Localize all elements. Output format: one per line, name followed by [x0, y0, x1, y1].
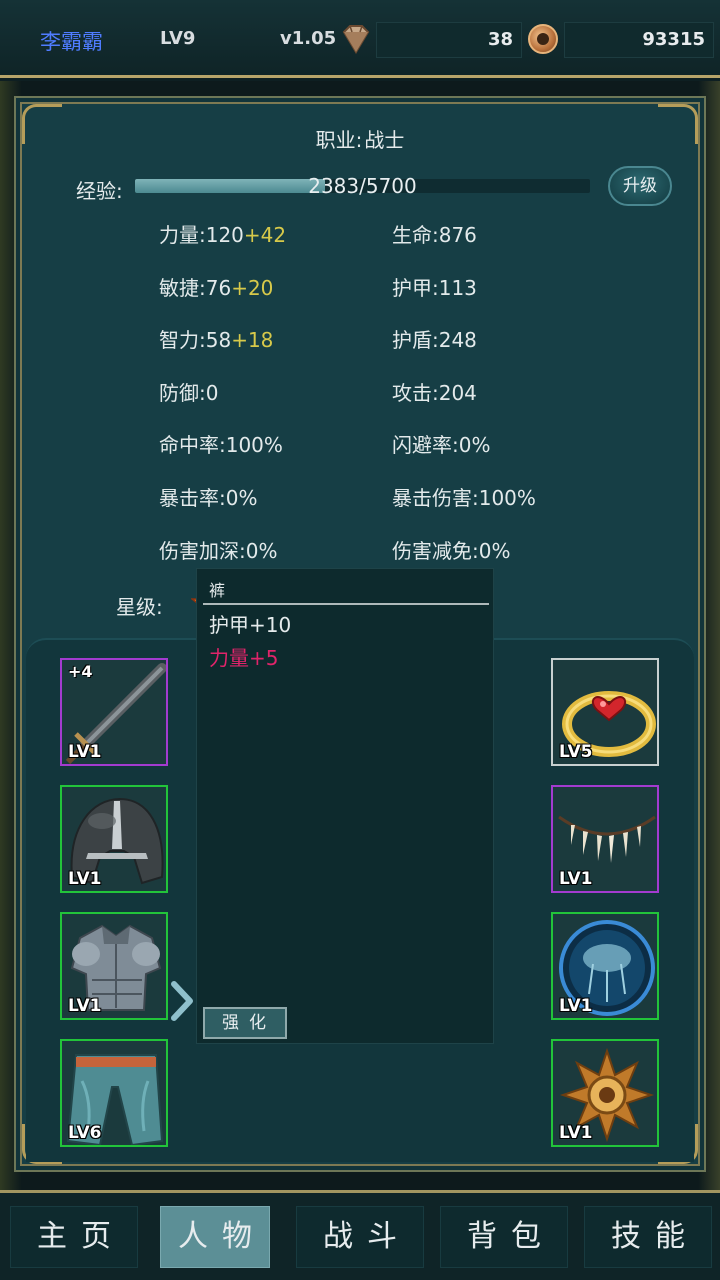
stat-hp: 生命:876 [392, 223, 477, 247]
equip-slot-necklace[interactable]: LV1 [551, 785, 659, 893]
tab-skills[interactable]: 技能 [584, 1206, 712, 1268]
stat-crit-damage: 暴击伤害:100% [392, 486, 536, 510]
equip-slot-amulet[interactable]: LV1 [551, 1039, 659, 1147]
star-label: 星级: [116, 595, 163, 619]
coin-icon [528, 24, 558, 54]
tab-character[interactable]: 人物 [160, 1206, 270, 1268]
version-label: v1.05 [280, 28, 337, 49]
stat-damage-boost: 伤害加深:0% [159, 539, 278, 563]
exp-bar: 2383/5700 [135, 174, 590, 198]
item-detail-title: 裤 [209, 581, 226, 600]
gem-count: 38 [376, 22, 522, 58]
stat-dodge: 闪避率:0% [392, 433, 491, 457]
stat-intelligence: 智力:58+18 [159, 328, 274, 352]
stat-attack: 攻击:204 [392, 381, 477, 405]
gold-count: 93315 [564, 22, 714, 58]
item-level: LV1 [68, 869, 102, 889]
stat-hit-rate: 命中率:100% [159, 433, 283, 457]
item-detail-panel: 裤 护甲+10 力量+5 强化 [196, 568, 494, 1044]
equip-slot-ring[interactable]: LV5 [551, 658, 659, 766]
item-level: LV1 [68, 996, 102, 1016]
item-level: LV1 [559, 1123, 593, 1143]
item-stat-line: 护甲+10 [209, 613, 292, 637]
diamond-icon [342, 25, 370, 54]
exp-text: 2383/5700 [308, 174, 417, 198]
divider [203, 603, 489, 605]
item-bonus-line: 力量+5 [209, 646, 279, 670]
equip-slot-orb[interactable]: LV1 [551, 912, 659, 1020]
stat-shield: 护盾:248 [392, 328, 477, 352]
tab-battle[interactable]: 战斗 [296, 1206, 424, 1268]
item-level: LV6 [68, 1123, 102, 1143]
stat-defense: 防御:0 [159, 381, 219, 405]
tab-home[interactable]: 主页 [10, 1206, 138, 1268]
stat-crit-rate: 暴击率:0% [159, 486, 258, 510]
player-level: LV9 [160, 28, 196, 49]
stat-armor: 护甲:113 [392, 276, 477, 300]
upgrade-button[interactable]: 升级 [608, 166, 672, 206]
job-label: 职业: [315, 128, 363, 152]
tab-bag[interactable]: 背包 [440, 1206, 568, 1268]
item-level: LV5 [559, 742, 593, 762]
job-line: 职业: 战士 [16, 124, 704, 153]
stat-strength: 力量:120+42 [159, 223, 287, 247]
equip-slot-armor[interactable]: LV1 [60, 912, 168, 1020]
exp-label: 经验: [76, 179, 123, 203]
item-level: LV1 [559, 996, 593, 1016]
item-level: LV1 [559, 869, 593, 889]
equip-slot-helmet[interactable]: LV1 [60, 785, 168, 893]
enhance-button[interactable]: 强化 [203, 1007, 287, 1039]
item-level: LV1 [68, 742, 102, 762]
stat-agility: 敏捷:76+20 [159, 276, 274, 300]
chevron-right-icon[interactable] [166, 980, 196, 1022]
job-value: 战士 [364, 128, 405, 152]
enhance-plus: +4 [68, 662, 93, 681]
equip-slot-pants[interactable]: LV6 [60, 1039, 168, 1147]
top-status-bar: 李霸霸 LV9 v1.05 38 93315 [0, 0, 720, 78]
equip-slot-weapon[interactable]: +4 LV1 [60, 658, 168, 766]
player-name: 李霸霸 [40, 30, 103, 54]
stat-damage-reduction: 伤害减免:0% [392, 539, 511, 563]
